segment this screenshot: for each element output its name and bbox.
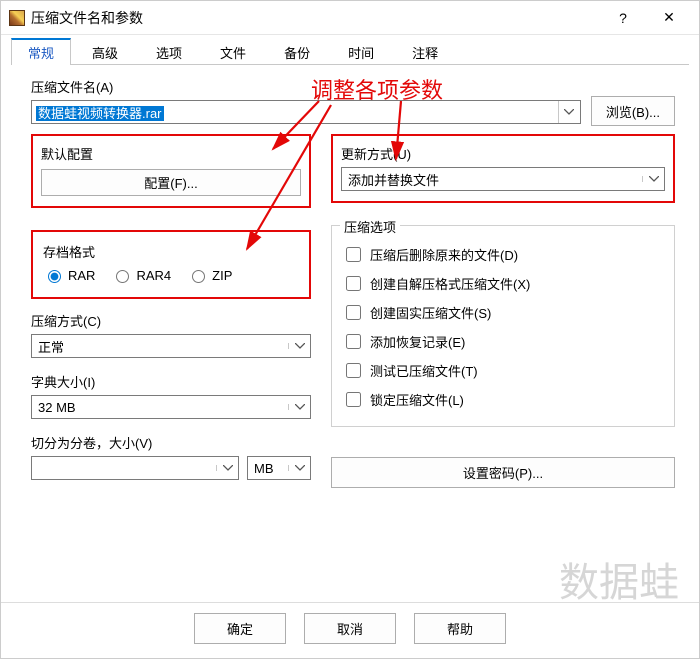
update-mode-label: 更新方式(U): [341, 144, 665, 163]
help-button-footer[interactable]: 帮助: [414, 613, 506, 644]
ok-button[interactable]: 确定: [194, 613, 286, 644]
help-button[interactable]: ?: [601, 3, 645, 33]
split-unit-value: MB: [248, 461, 288, 476]
radio-zip[interactable]: ZIP: [187, 267, 232, 283]
footer: 确定 取消 帮助: [1, 602, 699, 658]
compression-method-label: 压缩方式(C): [31, 311, 311, 330]
dict-size-value: 32 MB: [32, 400, 288, 415]
check-delete-after[interactable]: 压缩后删除原来的文件(D): [342, 244, 664, 265]
chevron-down-icon[interactable]: [288, 404, 310, 410]
titlebar: 压缩文件名和参数 ? ✕: [1, 1, 699, 35]
dict-size-label: 字典大小(I): [31, 372, 311, 391]
watermark-text: 数据蛙: [559, 550, 679, 608]
tab-time[interactable]: 时间: [331, 39, 391, 65]
filename-value: 数据蛙视频转换器.rar: [36, 106, 164, 121]
tab-options[interactable]: 选项: [139, 39, 199, 65]
compression-method-value: 正常: [32, 337, 288, 356]
profile-button[interactable]: 配置(F)...: [41, 169, 301, 196]
compress-options-legend: 压缩选项: [340, 217, 400, 236]
window-title: 压缩文件名和参数: [31, 8, 143, 28]
filename-label: 压缩文件名(A): [31, 77, 581, 96]
update-mode-combo[interactable]: 添加并替换文件: [341, 167, 665, 191]
check-sfx[interactable]: 创建自解压格式压缩文件(X): [342, 273, 664, 294]
compress-options-group: 压缩选项 压缩后删除原来的文件(D) 创建自解压格式压缩文件(X) 创建固实压缩…: [331, 225, 675, 427]
cancel-button[interactable]: 取消: [304, 613, 396, 644]
dict-size-combo[interactable]: 32 MB: [31, 395, 311, 419]
radio-rar[interactable]: RAR: [43, 267, 95, 283]
update-mode-value: 添加并替换文件: [342, 170, 642, 189]
split-size-combo[interactable]: [31, 456, 239, 480]
tab-general[interactable]: 常规: [11, 38, 71, 65]
close-button[interactable]: ✕: [647, 3, 691, 33]
archive-format-legend: 存档格式: [43, 242, 299, 261]
tab-bar: 常规 高级 选项 文件 备份 时间 注释: [11, 41, 689, 65]
default-profile-legend: 默认配置: [41, 144, 301, 163]
chevron-down-icon[interactable]: [642, 176, 664, 182]
radio-rar4[interactable]: RAR4: [111, 267, 171, 283]
split-unit-combo[interactable]: MB: [247, 456, 311, 480]
app-icon: [9, 10, 25, 26]
tab-files[interactable]: 文件: [203, 39, 263, 65]
tab-advanced[interactable]: 高级: [75, 39, 135, 65]
compression-method-combo[interactable]: 正常: [31, 334, 311, 358]
chevron-down-icon[interactable]: [288, 465, 310, 471]
check-lock[interactable]: 锁定压缩文件(L): [342, 389, 664, 410]
check-test[interactable]: 测试已压缩文件(T): [342, 360, 664, 381]
tab-backup[interactable]: 备份: [267, 39, 327, 65]
set-password-button[interactable]: 设置密码(P)...: [331, 457, 675, 488]
browse-button[interactable]: 浏览(B)...: [591, 96, 675, 126]
split-volumes-label: 切分为分卷，大小(V): [31, 433, 311, 452]
tab-comment[interactable]: 注释: [395, 39, 455, 65]
chevron-down-icon[interactable]: [288, 343, 310, 349]
chevron-down-icon[interactable]: [216, 465, 238, 471]
filename-combo[interactable]: 数据蛙视频转换器.rar: [31, 100, 581, 124]
chevron-down-icon[interactable]: [558, 101, 580, 123]
check-recovery[interactable]: 添加恢复记录(E): [342, 331, 664, 352]
check-solid[interactable]: 创建固实压缩文件(S): [342, 302, 664, 323]
